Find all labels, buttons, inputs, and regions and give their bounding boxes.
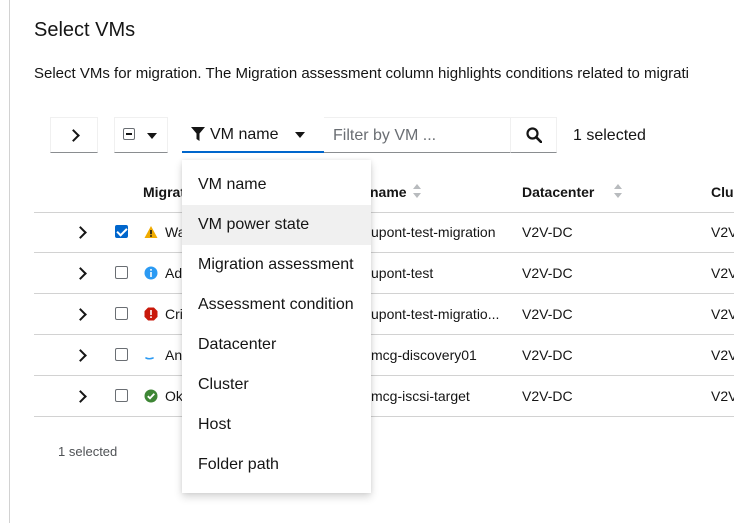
page-title: Select VMs bbox=[34, 19, 136, 41]
datacenter-cell: V2V-DC bbox=[522, 306, 573, 322]
filter-type-label: VM name bbox=[210, 126, 279, 143]
menu-item-label: Migration assessment bbox=[198, 256, 354, 273]
menu-item-label: Host bbox=[198, 416, 231, 433]
cluster-cell: V2V bbox=[711, 388, 734, 404]
assessment-label: Ad bbox=[165, 265, 183, 281]
table-row: An mcg-discovery01 V2V-DC V2V bbox=[34, 335, 734, 376]
filter-type-menu: VM name VM power state Migration assessm… bbox=[182, 160, 371, 493]
table-row: Wa upont-test-migration V2V-DC V2V bbox=[34, 212, 734, 253]
chevron-right-icon[interactable] bbox=[74, 390, 87, 403]
row-checkbox[interactable] bbox=[115, 389, 128, 402]
filter-type-dropdown[interactable]: VM name bbox=[182, 117, 324, 153]
vm-name-cell: mcg-iscsi-target bbox=[371, 388, 470, 404]
table-row: Ok mcg-iscsi-target V2V-DC V2V bbox=[34, 376, 734, 417]
search-icon bbox=[526, 127, 542, 143]
menu-item-label: VM power state bbox=[198, 216, 310, 233]
caret-down-icon bbox=[147, 133, 157, 139]
partial-checkbox[interactable] bbox=[123, 128, 135, 140]
table-row: Cri upont-test-migratio... V2V-DC V2V bbox=[34, 294, 734, 335]
datacenter-cell: V2V-DC bbox=[522, 265, 573, 281]
check-circle-icon bbox=[144, 389, 158, 403]
menu-item-vm-name[interactable]: VM name bbox=[182, 165, 371, 205]
menu-item-label: Datacenter bbox=[198, 336, 277, 353]
column-header-cluster[interactable]: Clus bbox=[711, 184, 734, 200]
menu-item-label: VM name bbox=[198, 176, 267, 193]
assessment-label: Cri bbox=[165, 306, 183, 322]
chevron-right-icon[interactable] bbox=[74, 349, 87, 362]
panel-border bbox=[9, 0, 10, 523]
selected-count: 1 selected bbox=[573, 127, 646, 144]
table-header: Migrati name Datacenter Clus bbox=[34, 172, 734, 213]
vm-name-cell: upont-test bbox=[371, 265, 434, 281]
menu-item-datacenter[interactable]: Datacenter bbox=[182, 325, 371, 365]
datacenter-cell: V2V-DC bbox=[522, 347, 573, 363]
vm-name-cell: mcg-discovery01 bbox=[371, 347, 477, 363]
menu-item-assessment-condition[interactable]: Assessment condition bbox=[182, 285, 371, 325]
info-icon bbox=[144, 266, 158, 280]
row-checkbox[interactable] bbox=[115, 307, 128, 320]
spinner-icon bbox=[145, 357, 154, 360]
vm-name-cell: upont-test-migratio... bbox=[371, 306, 500, 322]
cluster-cell: V2V bbox=[711, 347, 734, 363]
menu-item-label: Folder path bbox=[198, 456, 279, 473]
table-row: Ad upont-test V2V-DC V2V bbox=[34, 253, 734, 294]
row-checkbox[interactable] bbox=[115, 348, 128, 361]
row-checkbox[interactable] bbox=[115, 266, 128, 279]
critical-icon bbox=[144, 307, 158, 321]
filter-icon bbox=[191, 127, 205, 141]
cluster-cell: V2V bbox=[711, 265, 734, 281]
chevron-right-icon[interactable] bbox=[74, 308, 87, 321]
menu-item-cluster[interactable]: Cluster bbox=[182, 365, 371, 405]
filter-placeholder: Filter by VM ... bbox=[333, 127, 437, 144]
chevron-right-icon[interactable] bbox=[74, 267, 87, 280]
row-checkbox[interactable] bbox=[115, 225, 128, 238]
menu-item-label: Cluster bbox=[198, 376, 249, 393]
chevron-right-icon bbox=[67, 129, 80, 142]
bulk-select-dropdown[interactable] bbox=[114, 117, 168, 153]
assessment-label: Ok bbox=[165, 388, 183, 404]
footer-selected-count: 1 selected bbox=[58, 444, 118, 459]
warning-icon bbox=[144, 226, 158, 238]
menu-item-migration-assessment[interactable]: Migration assessment bbox=[182, 245, 371, 285]
menu-item-vm-power-state[interactable]: VM power state bbox=[182, 205, 371, 245]
menu-item-label: Assessment condition bbox=[198, 296, 354, 313]
datacenter-cell: V2V-DC bbox=[522, 388, 573, 404]
assessment-label: An bbox=[165, 347, 183, 363]
sort-icon[interactable] bbox=[413, 184, 421, 198]
sort-icon[interactable] bbox=[614, 184, 622, 198]
column-header-vm-name[interactable]: name bbox=[370, 184, 407, 200]
search-button[interactable] bbox=[510, 117, 557, 153]
column-header-datacenter[interactable]: Datacenter bbox=[522, 184, 594, 200]
menu-item-folder-path[interactable]: Folder path bbox=[182, 445, 371, 485]
cluster-cell: V2V bbox=[711, 224, 734, 240]
filter-input[interactable]: Filter by VM ... bbox=[324, 117, 510, 153]
vm-name-cell: upont-test-migration bbox=[371, 224, 496, 240]
caret-down-icon bbox=[295, 132, 305, 138]
datacenter-cell: V2V-DC bbox=[522, 224, 573, 240]
menu-item-host[interactable]: Host bbox=[182, 405, 371, 445]
cluster-cell: V2V bbox=[711, 306, 734, 322]
chevron-right-icon[interactable] bbox=[74, 226, 87, 239]
page-description: Select VMs for migration. The Migration … bbox=[34, 65, 690, 82]
expand-all-button[interactable] bbox=[50, 117, 98, 153]
